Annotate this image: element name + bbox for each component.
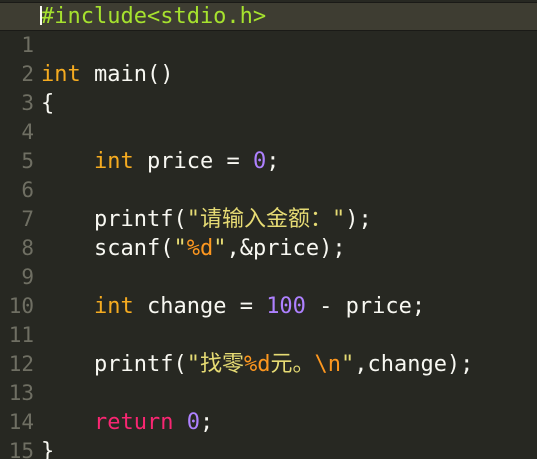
code-token: "请输入金额：" [186, 207, 346, 232]
code-token: int [93, 294, 134, 319]
text-caret [40, 6, 42, 25]
code-line[interactable]: 15} [0, 437, 537, 459]
code-text: { [41, 89, 54, 118]
line-number: 12 [8, 352, 34, 376]
code-text: return 0; [41, 408, 213, 437]
code-line[interactable]: 7 printf("请输入金额："); [0, 205, 537, 234]
code-token: %d [186, 236, 214, 261]
line-number: 4 [21, 120, 34, 144]
code-text: printf("找零%d元。\n",change); [41, 350, 473, 379]
code-token: 100 [266, 294, 306, 319]
code-token: 0 [252, 149, 267, 174]
code-text: scanf("%d",&price); [41, 234, 346, 263]
code-line[interactable]: 10 int change = 100 - price; [0, 292, 537, 321]
line-number: 5 [21, 149, 34, 173]
code-line[interactable]: 4 [0, 118, 537, 147]
line-number: 8 [21, 236, 34, 260]
code-line[interactable]: 11 [0, 321, 537, 350]
line-number: 13 [8, 381, 34, 405]
line-number: 11 [8, 323, 34, 347]
code-token: printf( [41, 207, 187, 232]
code-token: ,change); [354, 352, 474, 377]
code-line[interactable]: 9 [0, 263, 537, 292]
code-token: - price; [305, 294, 426, 319]
code-token: price = [133, 149, 253, 174]
code-line[interactable]: 13 [0, 379, 537, 408]
code-line[interactable]: 14 return 0; [0, 408, 537, 437]
code-editor[interactable]: #include<stdio.h> 1 2 int main() 3{4 5 int pr… [0, 0, 537, 459]
code-token: main() [80, 62, 174, 87]
line-number: 9 [21, 265, 34, 289]
code-token: ,&price); [226, 236, 346, 261]
code-line[interactable]: 6 [0, 176, 537, 205]
code-token: printf( [41, 352, 187, 377]
code-token: int [41, 62, 81, 87]
code-token: \n [314, 352, 341, 377]
line-number: 10 [8, 294, 34, 318]
code-token: ; [199, 410, 214, 435]
code-token: ; [266, 149, 280, 174]
code-token: 元。 [270, 352, 315, 377]
code-token: change = [133, 294, 267, 319]
code-token: int [93, 149, 134, 174]
code-token: " [340, 352, 355, 377]
code-token: ); [345, 207, 372, 232]
code-line[interactable]: 5 int price = 0; [0, 147, 537, 176]
code-token: %d [243, 352, 271, 377]
code-line[interactable]: 8 scanf("%d",&price); [0, 234, 537, 263]
code-text: } [41, 437, 54, 459]
code-text: #include<stdio.h> [41, 3, 266, 30]
line-number: 15 [8, 439, 34, 459]
code-line[interactable]: 12 printf("找零%d元。\n",change); [0, 350, 537, 379]
code-line[interactable]: 3{ [0, 89, 537, 118]
code-token: return [93, 410, 174, 435]
line-number: 2 [21, 62, 34, 86]
code-text: int main() [41, 60, 173, 89]
line-number: 14 [8, 410, 34, 434]
code-line[interactable]: 2 int main() [0, 60, 537, 89]
code-token: 0 [186, 410, 200, 435]
code-token: { [41, 91, 55, 116]
code-token: "找零 [186, 352, 244, 377]
code-text: int price = 0; [41, 147, 279, 176]
code-token: scanf( [41, 236, 174, 261]
code-line[interactable]: 1 [0, 31, 537, 60]
line-number: 3 [21, 91, 34, 115]
line-number: 6 [21, 178, 34, 202]
code-token: " [173, 236, 187, 261]
code-token: } [41, 439, 55, 459]
line-number: 1 [21, 33, 34, 57]
code-text: int change = 100 - price; [41, 292, 425, 321]
code-token: #include<stdio.h> [41, 4, 267, 29]
code-token: " [213, 236, 227, 261]
line-number: 7 [21, 207, 34, 231]
code-line-current[interactable]: #include<stdio.h> [0, 2, 537, 31]
code-text: printf("请输入金额："); [41, 205, 372, 234]
